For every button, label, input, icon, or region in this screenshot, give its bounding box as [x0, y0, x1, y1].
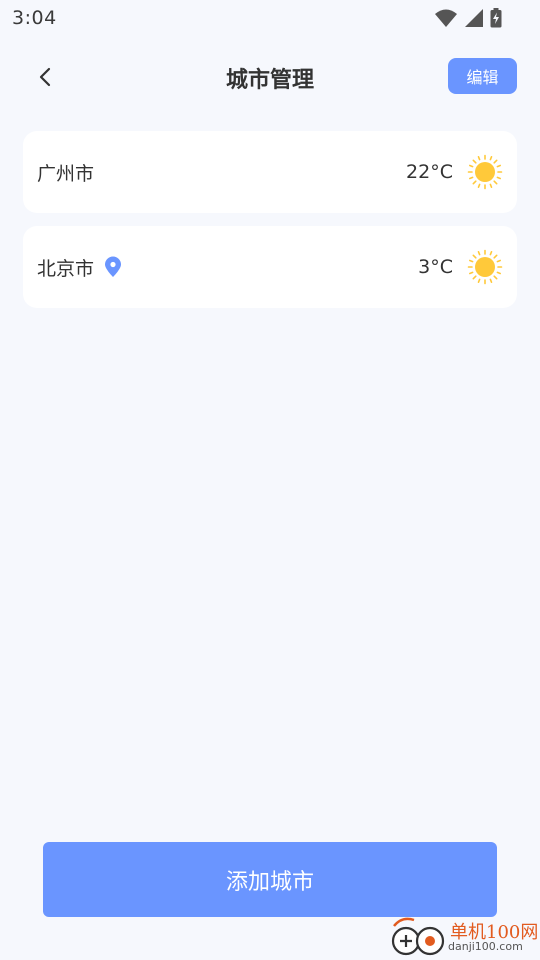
city-name: 北京市 [37, 257, 95, 280]
city-name: 广州市 [37, 162, 95, 185]
status-time: 3:04 [12, 7, 57, 29]
edit-button[interactable]: 编辑 [448, 58, 517, 94]
sun-icon [467, 154, 503, 190]
city-weather: 22°C [406, 131, 503, 213]
city-weather: 3°C [418, 226, 503, 308]
city-temperature: 3°C [418, 256, 453, 278]
watermark-logo-icon [391, 917, 445, 956]
status-icons [434, 8, 502, 28]
location-pin-icon [105, 256, 122, 277]
status-bar: 3:04 [0, 0, 540, 38]
battery-charging-icon [490, 8, 502, 28]
watermark: 单机100网 danji100.com [388, 914, 540, 960]
sun-icon [467, 249, 503, 285]
city-name-wrap: 北京市 [37, 226, 122, 308]
header: 城市管理 编辑 [0, 52, 540, 100]
add-city-button[interactable]: 添加城市 [43, 842, 497, 917]
cell-signal-icon [465, 9, 483, 27]
wifi-icon [435, 9, 457, 27]
watermark-en-text: danji100.com [448, 940, 523, 953]
city-card-beijing[interactable]: 北京市 3°C [23, 226, 517, 308]
city-name-wrap: 广州市 [37, 131, 94, 213]
city-temperature: 22°C [406, 161, 453, 183]
city-card-guangzhou[interactable]: 广州市 22°C [23, 131, 517, 213]
